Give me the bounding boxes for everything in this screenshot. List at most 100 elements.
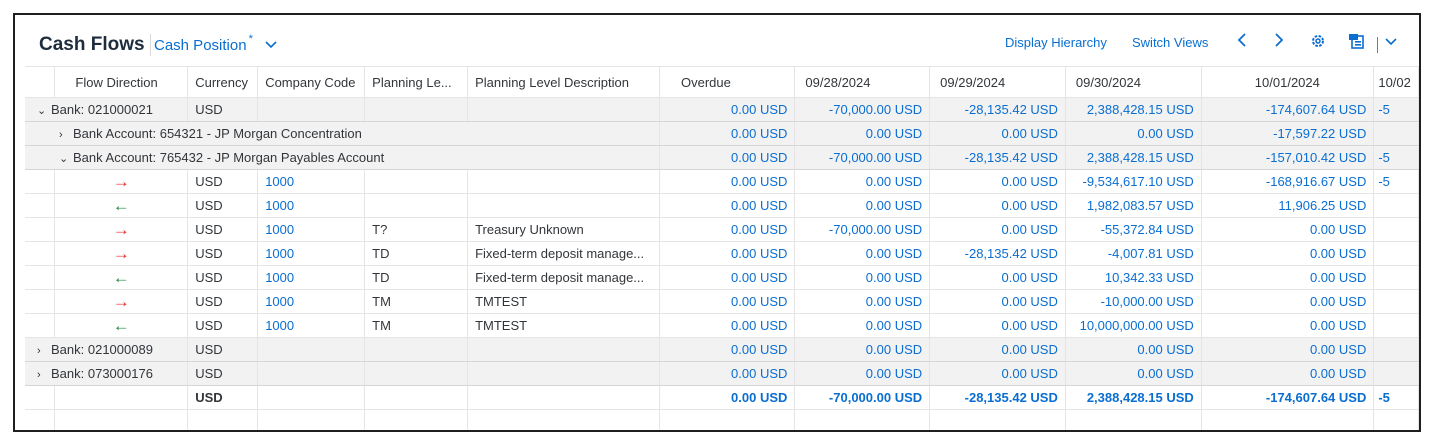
table-row-group[interactable]: › Bank: 021000089 USD 0.00 USD 0.00 USD 0… bbox=[25, 337, 1419, 362]
table-row[interactable]: → USD 1000 T? Treasury Unknown 0.00 USD … bbox=[25, 217, 1419, 242]
value-cell[interactable]: -10,000.00 USD bbox=[1065, 289, 1202, 314]
value-cell[interactable]: 0.00 USD bbox=[929, 337, 1066, 362]
value-cell[interactable]: 0.00 USD bbox=[659, 97, 796, 122]
value-cell[interactable]: 1,982,083.57 USD bbox=[1065, 193, 1202, 218]
value-cell[interactable]: -168,916.67 USD bbox=[1201, 169, 1375, 194]
value-cell[interactable]: 0.00 USD bbox=[794, 193, 931, 218]
company-code-link[interactable]: 1000 bbox=[257, 169, 366, 194]
value-cell[interactable]: -28,135.42 USD bbox=[929, 145, 1066, 170]
value-cell[interactable]: -5 bbox=[1373, 145, 1419, 170]
value-cell[interactable]: 0.00 USD bbox=[659, 217, 796, 242]
chevron-right-icon[interactable]: › bbox=[59, 129, 73, 141]
value-cell[interactable]: 0.00 USD bbox=[659, 337, 796, 362]
table-row[interactable]: → USD 1000 TD Fixed-term deposit manage.… bbox=[25, 241, 1419, 266]
chevron-down-icon[interactable]: ⌄ bbox=[59, 152, 73, 165]
value-cell[interactable]: 0.00 USD bbox=[794, 265, 931, 290]
value-cell[interactable]: 2,388,428.15 USD bbox=[1065, 145, 1202, 170]
display-hierarchy-button[interactable]: Display Hierarchy bbox=[1005, 35, 1107, 50]
value-cell[interactable]: -4,007.81 USD bbox=[1065, 241, 1202, 266]
total-value-cell[interactable]: 2,388,428.15 USD bbox=[1065, 385, 1202, 410]
table-row-group[interactable]: › Bank: 073000176 USD 0.00 USD 0.00 USD 0… bbox=[25, 361, 1419, 386]
value-cell[interactable]: -5 bbox=[1373, 97, 1419, 122]
value-cell[interactable]: 0.00 USD bbox=[659, 193, 796, 218]
value-cell[interactable]: 0.00 USD bbox=[929, 217, 1066, 242]
value-cell[interactable] bbox=[1373, 289, 1419, 314]
value-cell[interactable]: 0.00 USD bbox=[794, 361, 931, 386]
column-header-date-1[interactable]: 09/28/2024 bbox=[794, 66, 931, 98]
value-cell[interactable]: 0.00 USD bbox=[1201, 361, 1375, 386]
value-cell[interactable] bbox=[1373, 361, 1419, 386]
table-row[interactable]: ← USD 1000 TM TMTEST 0.00 USD 0.00 USD 0… bbox=[25, 313, 1419, 338]
column-header-flow-direction[interactable]: Flow Direction bbox=[54, 66, 189, 98]
subgroup-label-cell[interactable]: ⌄ Bank Account: 765432 - JP Morgan Payabl… bbox=[25, 145, 660, 170]
variant-selector[interactable]: Cash Position * bbox=[154, 33, 277, 56]
column-header-currency[interactable]: Currency bbox=[187, 66, 259, 98]
column-header-planning-level-description[interactable]: Planning Level Description bbox=[467, 66, 660, 98]
value-cell[interactable]: 0.00 USD bbox=[929, 289, 1066, 314]
value-cell[interactable]: -17,597.22 USD bbox=[1201, 121, 1375, 146]
value-cell[interactable] bbox=[1373, 241, 1419, 266]
group-label-cell[interactable]: › Bank: 021000089 bbox=[25, 337, 189, 362]
column-header-date-4[interactable]: 10/01/2024 bbox=[1201, 66, 1375, 98]
value-cell[interactable]: 0.00 USD bbox=[794, 169, 931, 194]
value-cell[interactable]: 0.00 USD bbox=[1201, 241, 1375, 266]
value-cell[interactable]: 0.00 USD bbox=[659, 241, 796, 266]
chevron-left-icon[interactable] bbox=[1237, 33, 1247, 52]
value-cell[interactable]: 0.00 USD bbox=[794, 313, 931, 338]
chevron-right-icon[interactable] bbox=[1274, 33, 1284, 52]
group-label-cell[interactable]: › Bank: 073000176 bbox=[25, 361, 189, 386]
value-cell[interactable]: -174,607.64 USD bbox=[1201, 97, 1375, 122]
group-label-cell[interactable]: ⌄ Bank: 021000021 bbox=[25, 97, 189, 122]
value-cell[interactable]: 0.00 USD bbox=[794, 241, 931, 266]
table-row[interactable]: ← USD 1000 TD Fixed-term deposit manage.… bbox=[25, 265, 1419, 290]
export-icon[interactable] bbox=[1348, 33, 1366, 54]
value-cell[interactable]: 0.00 USD bbox=[1065, 121, 1202, 146]
value-cell[interactable]: 10,342.33 USD bbox=[1065, 265, 1202, 290]
value-cell[interactable]: -70,000.00 USD bbox=[794, 217, 931, 242]
chevron-down-icon[interactable]: ⌄ bbox=[37, 104, 51, 117]
value-cell[interactable] bbox=[1373, 313, 1419, 338]
value-cell[interactable]: 0.00 USD bbox=[659, 121, 796, 146]
company-code-link[interactable]: 1000 bbox=[257, 241, 366, 266]
value-cell[interactable] bbox=[1373, 121, 1419, 146]
value-cell[interactable]: 0.00 USD bbox=[1201, 265, 1375, 290]
value-cell[interactable]: -28,135.42 USD bbox=[929, 97, 1066, 122]
value-cell[interactable]: 0.00 USD bbox=[929, 265, 1066, 290]
value-cell[interactable]: 0.00 USD bbox=[1201, 217, 1375, 242]
value-cell[interactable]: 0.00 USD bbox=[1065, 361, 1202, 386]
value-cell[interactable]: 0.00 USD bbox=[794, 121, 931, 146]
total-value-cell[interactable]: -5 bbox=[1373, 385, 1419, 410]
column-header-planning-level[interactable]: Planning Le... bbox=[364, 66, 469, 98]
value-cell[interactable]: -28,135.42 USD bbox=[929, 241, 1066, 266]
value-cell[interactable]: 0.00 USD bbox=[929, 193, 1066, 218]
value-cell[interactable]: 0.00 USD bbox=[929, 361, 1066, 386]
value-cell[interactable] bbox=[1373, 265, 1419, 290]
table-row-subgroup[interactable]: › Bank Account: 654321 - JP Morgan Concen… bbox=[25, 121, 1419, 146]
table-row-group[interactable]: ⌄ Bank: 021000021 USD 0.00 USD -70,000.00… bbox=[25, 97, 1419, 122]
value-cell[interactable]: 0.00 USD bbox=[794, 289, 931, 314]
value-cell[interactable]: 0.00 USD bbox=[1201, 289, 1375, 314]
total-value-cell[interactable]: 0.00 USD bbox=[659, 385, 796, 410]
company-code-link[interactable]: 1000 bbox=[257, 265, 366, 290]
table-row-subgroup[interactable]: ⌄ Bank Account: 765432 - JP Morgan Payabl… bbox=[25, 145, 1419, 170]
value-cell[interactable]: 0.00 USD bbox=[1201, 337, 1375, 362]
value-cell[interactable]: -70,000.00 USD bbox=[794, 145, 931, 170]
company-code-link[interactable]: 1000 bbox=[257, 313, 366, 338]
total-value-cell[interactable]: -70,000.00 USD bbox=[794, 385, 931, 410]
total-value-cell[interactable]: -174,607.64 USD bbox=[1201, 385, 1375, 410]
value-cell[interactable]: -5 bbox=[1373, 169, 1419, 194]
value-cell[interactable]: 10,000,000.00 USD bbox=[1065, 313, 1202, 338]
value-cell[interactable] bbox=[1373, 337, 1419, 362]
value-cell[interactable]: -157,010.42 USD bbox=[1201, 145, 1375, 170]
column-header-date-5[interactable]: 10/02 bbox=[1373, 66, 1419, 98]
chevron-right-icon[interactable]: › bbox=[37, 369, 51, 381]
subgroup-label-cell[interactable]: › Bank Account: 654321 - JP Morgan Concen… bbox=[25, 121, 660, 146]
value-cell[interactable]: 2,388,428.15 USD bbox=[1065, 97, 1202, 122]
value-cell[interactable]: 0.00 USD bbox=[659, 145, 796, 170]
company-code-link[interactable]: 1000 bbox=[257, 193, 366, 218]
value-cell[interactable]: 0.00 USD bbox=[659, 169, 796, 194]
value-cell[interactable]: 0.00 USD bbox=[659, 313, 796, 338]
value-cell[interactable]: 0.00 USD bbox=[1201, 313, 1375, 338]
value-cell[interactable]: 11,906.25 USD bbox=[1201, 193, 1375, 218]
value-cell[interactable]: -70,000.00 USD bbox=[794, 97, 931, 122]
